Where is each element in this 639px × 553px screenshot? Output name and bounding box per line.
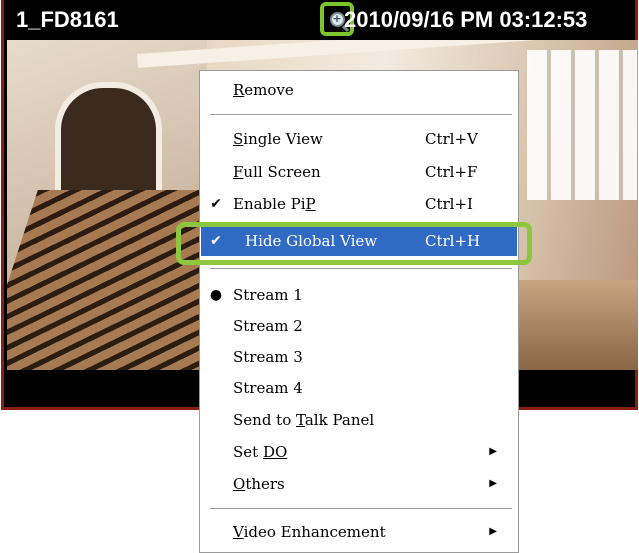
radio-bullet-icon: ● bbox=[209, 287, 223, 303]
accel-key: S bbox=[233, 130, 244, 148]
submenu-arrow-icon: ▶ bbox=[489, 526, 497, 537]
menu-item-label: Others bbox=[233, 475, 285, 493]
menu-item-label: Enable PiP bbox=[233, 195, 316, 213]
menu-item-stream-2[interactable]: Stream 2 bbox=[201, 311, 517, 341]
accel-key: V bbox=[233, 523, 244, 541]
accel-key: T bbox=[296, 411, 305, 429]
menu-item-stream-4[interactable]: Stream 4 bbox=[201, 373, 517, 403]
menu-item-set-do[interactable]: Set DO ▶ bbox=[201, 437, 517, 467]
highlight-annotation-frame bbox=[176, 222, 532, 265]
menu-item-video-enhancement[interactable]: Video Enhancement ▶ bbox=[201, 517, 517, 547]
menu-separator bbox=[210, 114, 512, 116]
menu-item-label: Single View bbox=[233, 130, 323, 148]
menu-item-label: Full Screen bbox=[233, 163, 321, 181]
context-menu: Remove Single View Ctrl+V Full Screen Ct… bbox=[199, 70, 519, 553]
menu-item-label: Send to Talk Panel bbox=[233, 411, 375, 429]
menu-item-shortcut: Ctrl+I bbox=[425, 195, 473, 213]
camera-name: 1_FD8161 bbox=[16, 7, 119, 32]
accel-key: DO bbox=[262, 443, 288, 461]
menu-item-single-view[interactable]: Single View Ctrl+V bbox=[201, 124, 517, 154]
menu-item-shortcut: Ctrl+F bbox=[425, 163, 478, 181]
menu-separator bbox=[210, 268, 512, 270]
menu-item-remove[interactable]: Remove bbox=[201, 75, 517, 105]
menu-item-label: Video Enhancement bbox=[233, 523, 386, 541]
menu-item-stream-1[interactable]: ● Stream 1 bbox=[201, 280, 517, 310]
checkmark-icon: ✔ bbox=[210, 196, 222, 212]
menu-item-shortcut: Ctrl+V bbox=[425, 130, 478, 148]
menu-separator bbox=[210, 508, 512, 510]
menu-item-label: Stream 2 bbox=[233, 317, 303, 335]
menu-item-label: Remove bbox=[233, 81, 294, 99]
magnifier-glass-icon: + bbox=[329, 11, 345, 27]
submenu-arrow-icon: ▶ bbox=[489, 478, 497, 489]
menu-item-send-to-talk-panel[interactable]: Send to Talk Panel bbox=[201, 405, 517, 435]
menu-item-others[interactable]: Others ▶ bbox=[201, 469, 517, 499]
accel-key: P bbox=[305, 195, 316, 213]
camera-title-bar: 1_FD8161 + 2010/09/16 PM 03:12:53 bbox=[4, 0, 635, 40]
menu-item-label: Set DO bbox=[233, 443, 288, 461]
menu-item-label: Stream 3 bbox=[233, 348, 303, 366]
accel-key: F bbox=[233, 163, 244, 181]
scene-window bbox=[527, 50, 637, 200]
menu-item-label: Stream 1 bbox=[233, 286, 303, 304]
accel-key: O bbox=[233, 475, 246, 493]
menu-item-full-screen[interactable]: Full Screen Ctrl+F bbox=[201, 157, 517, 187]
menu-item-label: Stream 4 bbox=[233, 379, 303, 397]
menu-item-enable-pip[interactable]: ✔ Enable PiP Ctrl+I bbox=[201, 189, 517, 219]
menu-item-stream-3[interactable]: Stream 3 bbox=[201, 342, 517, 372]
submenu-arrow-icon: ▶ bbox=[489, 446, 497, 457]
accel-key: R bbox=[233, 81, 245, 99]
camera-timestamp: 2010/09/16 PM 03:12:53 bbox=[344, 7, 588, 32]
